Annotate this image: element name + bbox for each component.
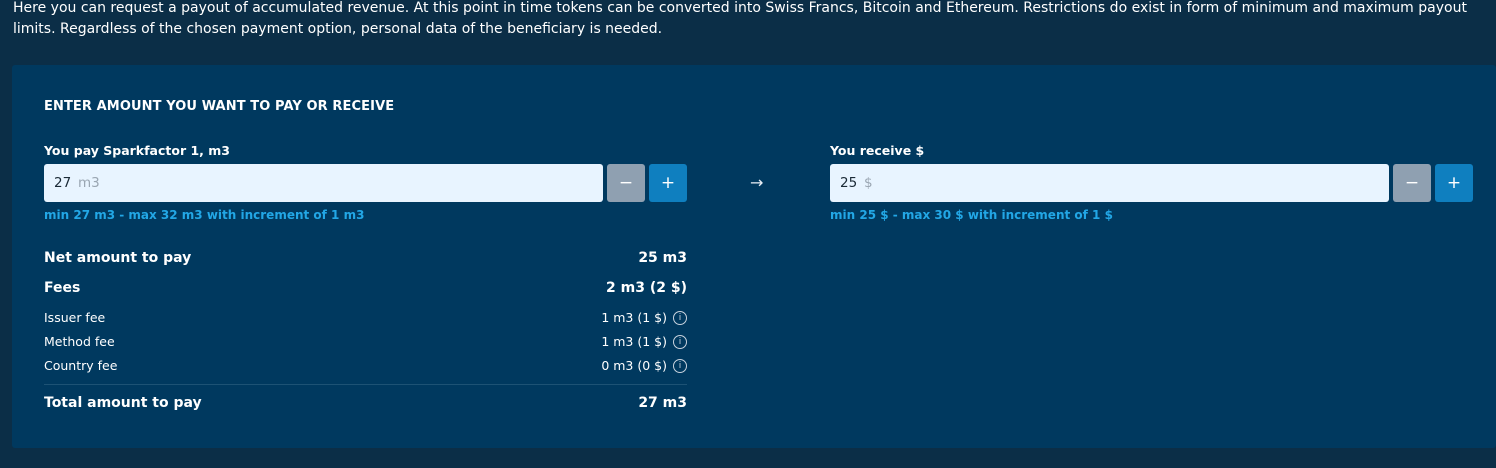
receive-amount-field[interactable]: $ bbox=[830, 164, 1389, 202]
pay-amount-field[interactable]: m3 bbox=[44, 164, 603, 202]
net-amount-label: Net amount to pay bbox=[44, 250, 192, 266]
pay-unit: m3 bbox=[78, 175, 100, 191]
method-fee-label: Method fee bbox=[44, 334, 115, 349]
total-amount-value: 27 m3 bbox=[638, 395, 687, 411]
fees-row: Fees 2 m3 (2 $) bbox=[44, 280, 687, 296]
pay-increment-button[interactable]: + bbox=[649, 164, 687, 202]
country-fee-label: Country fee bbox=[44, 358, 118, 373]
summary-divider bbox=[44, 384, 687, 385]
total-amount-label: Total amount to pay bbox=[44, 395, 202, 411]
info-icon[interactable]: i bbox=[673, 334, 687, 349]
receive-unit: $ bbox=[864, 175, 873, 191]
info-icon[interactable]: i bbox=[673, 310, 687, 325]
payout-card: ENTER AMOUNT YOU WANT TO PAY OR RECEIVE … bbox=[12, 65, 1496, 448]
total-amount-row: Total amount to pay 27 m3 bbox=[44, 395, 687, 411]
pay-decrement-button[interactable]: − bbox=[607, 164, 645, 202]
issuer-fee-label: Issuer fee bbox=[44, 310, 106, 325]
method-fee-value: 1 m3 (1 $) bbox=[601, 334, 667, 349]
intro-text: Here you can request a payout of accumul… bbox=[13, 0, 1467, 37]
arrow-right-icon: → bbox=[750, 173, 764, 192]
country-fee-value: 0 m3 (0 $) bbox=[601, 358, 667, 373]
net-amount-value: 25 m3 bbox=[638, 250, 687, 266]
fees-label: Fees bbox=[44, 280, 81, 296]
receive-amount-input[interactable] bbox=[840, 175, 862, 191]
method-fee-row: Method fee 1 m3 (1 $) i bbox=[44, 334, 687, 349]
receive-limits-hint: min 25 $ - max 30 $ with increment of 1 … bbox=[830, 208, 1113, 222]
issuer-fee-row: Issuer fee 1 m3 (1 $) i bbox=[44, 310, 687, 325]
pay-amount-input[interactable] bbox=[54, 175, 76, 191]
net-amount-row: Net amount to pay 25 m3 bbox=[44, 250, 687, 266]
pay-label: You pay Sparkfactor 1, m3 bbox=[44, 143, 230, 158]
receive-increment-button[interactable]: + bbox=[1435, 164, 1473, 202]
receive-label: You receive $ bbox=[830, 143, 925, 158]
info-icon[interactable]: i bbox=[673, 358, 687, 373]
country-fee-row: Country fee 0 m3 (0 $) i bbox=[44, 358, 687, 373]
pay-limits-hint: min 27 m3 - max 32 m3 with increment of … bbox=[44, 208, 365, 222]
issuer-fee-value: 1 m3 (1 $) bbox=[601, 310, 667, 325]
fees-value: 2 m3 (2 $) bbox=[606, 280, 687, 296]
receive-decrement-button[interactable]: − bbox=[1393, 164, 1431, 202]
section-title: ENTER AMOUNT YOU WANT TO PAY OR RECEIVE bbox=[44, 99, 395, 114]
